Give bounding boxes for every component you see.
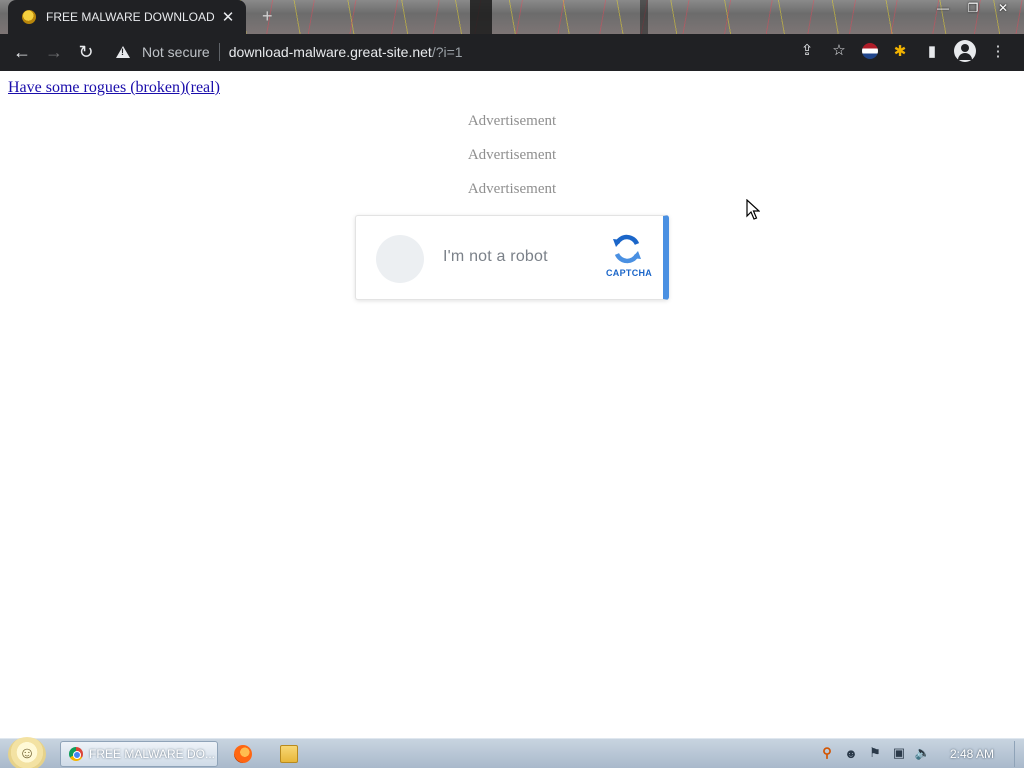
smiley-icon: ☺ [18,745,36,762]
omnibox-actions: ⇪ ☆ [798,41,848,59]
omnibox-divider [218,43,220,61]
advertisement-label: Advertisement [467,113,557,129]
taskbar: ☺ FREE MALWARE DO... ⚲ ☻ ⚑ ▣ 🔈 2:48 AM [0,737,1024,768]
bookmark-star-icon[interactable]: ☆ [830,41,848,59]
captcha-logo: CAPTCHA [606,232,653,278]
security-status[interactable]: Not secure [142,44,210,60]
volume-tray-icon[interactable]: 🔈 [914,744,932,762]
profile-avatar-icon[interactable] [954,40,976,62]
tab-title: FREE MALWARE DOWNLOAD [46,10,215,24]
wallpaper-streak [640,0,648,34]
reload-button[interactable]: ↻ [70,37,102,69]
advertisement-label: Advertisement [467,147,557,163]
captcha-widget: I'm not a robot CAPTCHA [355,215,669,300]
window-controls: — ❐ ✕ [928,0,1018,18]
browser-toolbar: ← → ↻ Not secure download-malware.great-… [0,34,1024,71]
tab-active[interactable]: FREE MALWARE DOWNLOAD ✕ [8,0,246,34]
tab-strip: FREE MALWARE DOWNLOAD ✕ + — ❐ ✕ [0,0,1024,34]
show-desktop-button[interactable] [1014,741,1022,767]
wallpaper-streak [470,0,492,34]
side-panel-icon[interactable]: ▮ [922,41,942,61]
new-tab-button[interactable]: + [262,6,273,27]
rogues-link-line: Have some rogues (broken)(real) [8,79,220,97]
real-link[interactable]: (real) [185,79,220,96]
address-bar[interactable]: Not secure download-malware.great-site.n… [106,37,856,67]
captcha-checkbox[interactable] [376,235,424,283]
emoji-tray-icon[interactable]: ☻ [842,744,860,762]
mouse-cursor-icon [746,199,760,220]
search-tray-icon[interactable]: ⚲ [818,744,836,762]
restore-button[interactable]: ❐ [958,0,988,18]
start-button[interactable]: ☺ [8,737,46,768]
extensions-puzzle-icon[interactable]: ✱ [890,41,910,61]
back-button[interactable]: ← [6,37,38,69]
refresh-arrows-icon [613,234,641,264]
forward-button[interactable]: → [38,37,70,69]
extension-area: ✱ ▮ ⋮ [862,40,1008,62]
url-host[interactable]: download-malware.great-site.net [229,44,432,60]
menu-kebab-icon[interactable]: ⋮ [988,41,1008,61]
web-page: Have some rogues (broken)(real) Advertis… [0,71,1024,738]
advertisement-label: Advertisement [467,181,557,197]
chrome-icon [69,747,83,761]
taskbar-clock[interactable]: 2:48 AM [950,747,994,761]
network-tray-icon[interactable]: ▣ [890,744,908,762]
broken-link[interactable]: (broken) [130,79,185,96]
flag-tray-icon[interactable]: ⚑ [866,744,884,762]
taskbar-chrome-window[interactable]: FREE MALWARE DO... [60,741,218,767]
firefox-icon[interactable] [234,745,252,763]
tab-close-icon[interactable]: ✕ [220,8,236,26]
taskbar-window-label: FREE MALWARE DO... [89,747,216,761]
file-explorer-icon[interactable] [280,745,298,763]
minimize-button[interactable]: — [928,0,958,18]
flag-extension-icon[interactable] [862,43,878,59]
url-path[interactable]: /?i=1 [432,44,463,60]
captcha-brand: CAPTCHA [606,268,653,278]
site-favicon-icon [22,10,36,24]
captcha-label: I'm not a robot [443,248,548,265]
close-window-button[interactable]: ✕ [988,0,1018,18]
warning-icon[interactable] [116,46,130,58]
share-icon[interactable]: ⇪ [798,41,816,59]
rogues-link[interactable]: Have some rogues [8,79,130,96]
system-tray: ⚲ ☻ ⚑ ▣ 🔈 [818,744,932,762]
